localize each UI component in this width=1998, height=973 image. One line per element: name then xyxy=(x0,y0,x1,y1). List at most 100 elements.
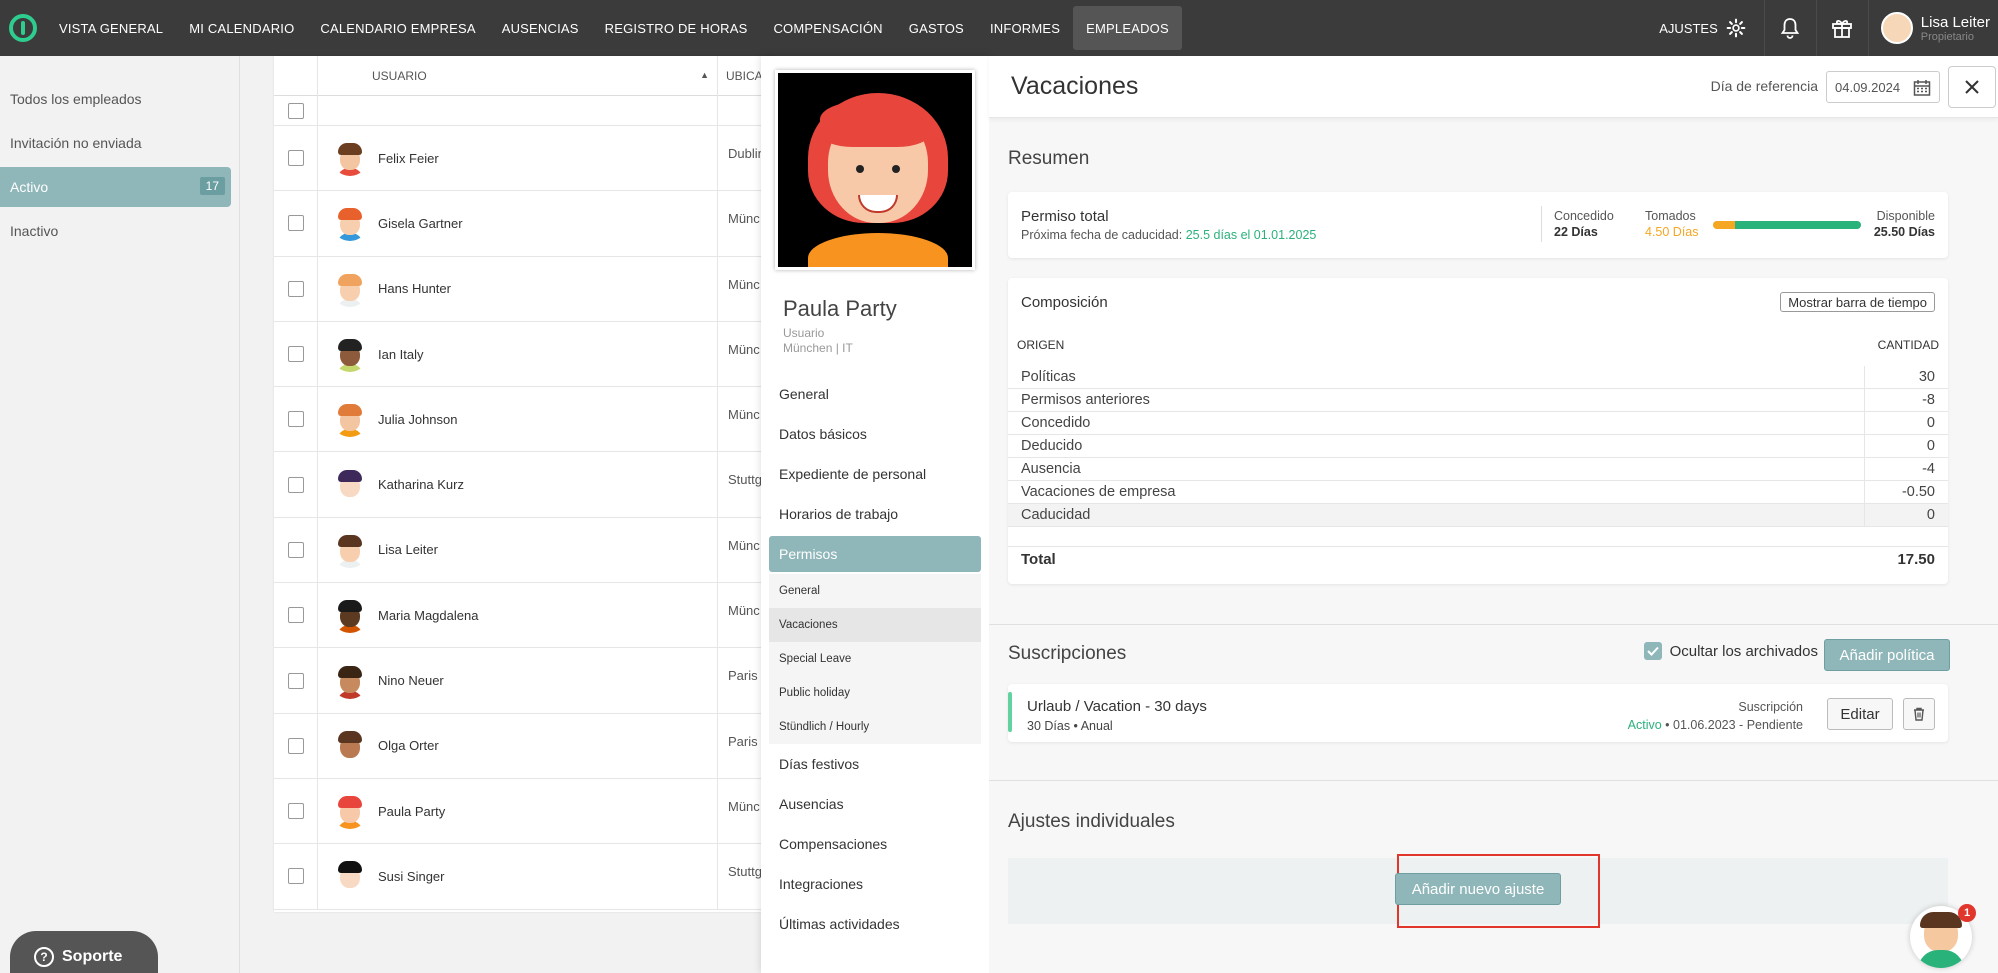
settings-button[interactable]: AJUSTES xyxy=(1659,18,1764,38)
table-row[interactable]: Julia Johnson Münc xyxy=(274,387,774,453)
employee-name[interactable]: Katharina Kurz xyxy=(378,477,464,492)
gift-button[interactable] xyxy=(1815,0,1868,56)
row-checkbox[interactable] xyxy=(287,607,304,624)
table-row[interactable]: Katharina Kurz Stuttg xyxy=(274,452,774,518)
user-menu[interactable]: Lisa Leiter Propietario xyxy=(1867,0,1998,56)
profile-submenu: General Vacaciones Special Leave Public hol… xyxy=(769,574,981,744)
row-checkbox[interactable] xyxy=(287,541,304,558)
profile-menu-item[interactable]: Días festivos xyxy=(769,744,981,784)
profile-menu-item[interactable]: Integraciones xyxy=(769,864,981,904)
profile-submenu-item[interactable]: Special Leave xyxy=(769,642,981,676)
add-policy-button[interactable]: Añadir política xyxy=(1824,639,1950,671)
table-row[interactable]: Olga Orter Paris xyxy=(274,713,774,779)
profile-menu-item[interactable]: Ausencias xyxy=(769,784,981,824)
profile-submenu-item[interactable]: Stündlich / Hourly xyxy=(769,710,981,744)
avatar xyxy=(332,728,368,764)
amount-cell: 0 xyxy=(1926,507,1935,523)
row-checkbox[interactable] xyxy=(287,803,304,820)
employee-name[interactable]: Gisela Gartner xyxy=(378,216,463,231)
table-row[interactable]: Ian Italy Münc xyxy=(274,321,774,388)
row-checkbox[interactable] xyxy=(287,280,304,297)
table-row[interactable]: Paula Party Münc xyxy=(274,778,774,845)
composition-row: Concedido 0 xyxy=(1008,412,1948,435)
table-row[interactable] xyxy=(274,96,774,126)
add-adjustment-button[interactable]: Añadir nuevo ajuste xyxy=(1395,873,1561,905)
column-header-user[interactable]: USUARIO ▲ xyxy=(318,56,718,96)
profile-submenu-item[interactable]: Public holiday xyxy=(769,676,981,710)
employee-name[interactable]: Julia Johnson xyxy=(378,412,458,427)
row-checkbox[interactable] xyxy=(287,868,304,885)
nav-item-mi-calendario[interactable]: MI CALENDARIO xyxy=(176,6,307,50)
profile-submenu-item[interactable]: General xyxy=(769,574,981,608)
delete-button[interactable] xyxy=(1903,698,1935,730)
subscription-meta: 30 Días • Anual xyxy=(1027,719,1113,733)
row-checkbox[interactable] xyxy=(287,411,304,428)
nav-item-registro-de-horas[interactable]: REGISTRO DE HORAS xyxy=(592,6,761,50)
profile-menu-item[interactable]: Últimas actividades xyxy=(769,904,981,944)
sidebar-item-not-invited[interactable]: Invitación no enviada xyxy=(0,123,231,163)
notifications-button[interactable] xyxy=(1763,0,1816,56)
close-button[interactable] xyxy=(1948,66,1996,108)
employee-name[interactable]: Olga Orter xyxy=(378,738,439,753)
employee-name[interactable]: Nino Neuer xyxy=(378,673,444,688)
row-checkbox[interactable] xyxy=(287,737,304,754)
table-row[interactable]: Susi Singer Stuttg xyxy=(274,844,774,910)
employee-name[interactable]: Paula Party xyxy=(378,804,445,819)
column-header-location[interactable]: UBICA xyxy=(718,69,763,83)
profile-menu-item[interactable]: General xyxy=(769,374,981,414)
row-checkbox[interactable] xyxy=(287,215,304,232)
profile-submenu-item[interactable]: Vacaciones xyxy=(769,608,981,642)
table-row[interactable]: Hans Hunter Münc xyxy=(274,256,774,322)
hide-archived-toggle[interactable]: Ocultar los archivados xyxy=(1643,642,1818,660)
nav-item-informes[interactable]: INFORMES xyxy=(977,6,1073,50)
employee-name[interactable]: Hans Hunter xyxy=(378,281,451,296)
app-logo[interactable] xyxy=(0,0,46,56)
reference-date-input[interactable]: 04.09.2024 xyxy=(1826,71,1940,103)
stat-value: 22 Días xyxy=(1554,225,1598,239)
profile-menu-item[interactable]: Expediente de personal xyxy=(769,454,981,494)
employee-location: Stuttg xyxy=(728,864,762,880)
trash-icon xyxy=(1914,707,1924,721)
edit-button[interactable]: Editar xyxy=(1827,698,1893,730)
nav-item-ausencias[interactable]: AUSENCIAS xyxy=(489,6,592,50)
table-row[interactable]: Lisa Leiter Münc xyxy=(274,517,774,584)
composition-row: Deducido 0 xyxy=(1008,435,1948,458)
table-row[interactable]: Gisela Gartner Münc xyxy=(274,191,774,257)
composition-row: Permisos anteriores -8 xyxy=(1008,389,1948,412)
employee-name[interactable]: Felix Feier xyxy=(378,151,439,166)
employee-name[interactable]: Maria Magdalena xyxy=(378,608,478,623)
nav-item-vista-general[interactable]: VISTA GENERAL xyxy=(46,6,176,50)
nav-item-gastos[interactable]: GASTOS xyxy=(896,6,977,50)
profile-menu-item[interactable]: Compensaciones xyxy=(769,824,981,864)
calendar-icon[interactable] xyxy=(1913,79,1931,97)
row-checkbox[interactable] xyxy=(287,476,304,493)
row-checkbox[interactable] xyxy=(287,346,304,363)
table-row[interactable]: Maria Magdalena Münc xyxy=(274,583,774,649)
employee-name[interactable]: Ian Italy xyxy=(378,347,424,362)
sidebar-item-active[interactable]: Activo 17 xyxy=(0,167,231,207)
nav-item-calendario-empresa[interactable]: CALENDARIO EMPRESA xyxy=(307,6,488,50)
table-row[interactable]: Nino Neuer Paris xyxy=(274,648,774,714)
row-checkbox[interactable] xyxy=(287,150,304,167)
nav-item-compensaci-n[interactable]: COMPENSACIÓN xyxy=(760,6,895,50)
support-button[interactable]: ? Soporte xyxy=(10,931,158,973)
employee-name[interactable]: Lisa Leiter xyxy=(378,542,438,557)
hide-archived-checkbox[interactable] xyxy=(1643,642,1662,660)
row-checkbox[interactable] xyxy=(287,102,304,119)
profile-menu-item[interactable]: Datos básicos xyxy=(769,414,981,454)
profile-menu-item[interactable]: Permisos xyxy=(769,536,981,572)
table-row[interactable]: Felix Feier Dublin xyxy=(274,126,774,192)
avatar xyxy=(332,467,368,503)
row-checkbox[interactable] xyxy=(287,672,304,689)
reference-date-value: 04.09.2024 xyxy=(1835,79,1901,95)
page-title: Vacaciones xyxy=(1011,72,1139,100)
employee-location: Paris xyxy=(728,668,758,684)
show-timeline-button[interactable]: Mostrar barra de tiempo xyxy=(1780,292,1935,312)
sidebar-item-all[interactable]: Todos los empleados xyxy=(0,79,231,119)
employee-name[interactable]: Susi Singer xyxy=(378,869,444,884)
sidebar-item-inactive[interactable]: Inactivo xyxy=(0,211,231,251)
profile-photo xyxy=(775,70,975,270)
nav-item-empleados[interactable]: EMPLEADOS xyxy=(1073,6,1182,50)
profile-menu-item[interactable]: Horarios de trabajo xyxy=(769,494,981,534)
main-nav: VISTA GENERAL MI CALENDARIO CALENDARIO EMP… xyxy=(46,0,1182,56)
